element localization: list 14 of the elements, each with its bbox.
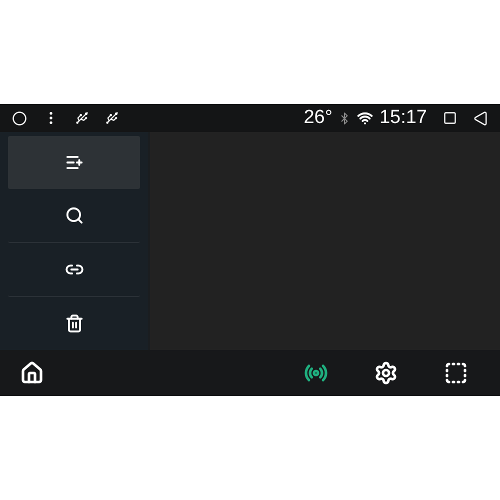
- screen-icon[interactable]: [444, 361, 468, 385]
- recents-icon[interactable]: [443, 111, 457, 125]
- trash-icon: [64, 314, 84, 333]
- home-circle-icon[interactable]: [12, 110, 27, 126]
- clock-time: 15:17: [379, 107, 427, 129]
- wifi-icon: [357, 110, 374, 126]
- add-list-icon: [64, 153, 84, 172]
- home-icon[interactable]: [20, 361, 44, 385]
- settings-icon[interactable]: [374, 361, 398, 385]
- back-icon[interactable]: [473, 110, 488, 126]
- temperature: 26°: [304, 107, 332, 129]
- usb-icon: [75, 111, 89, 125]
- search-icon: [64, 206, 84, 225]
- usb-icon: [105, 111, 119, 125]
